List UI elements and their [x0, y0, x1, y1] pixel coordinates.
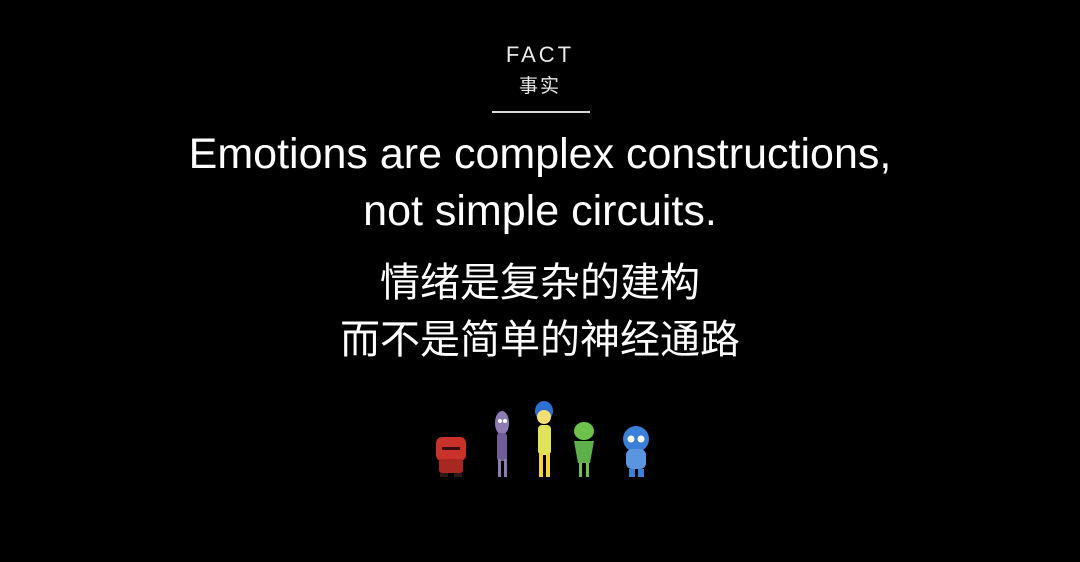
slide: FACT 事实 Emotions are complex constructio…	[0, 0, 1080, 562]
headline-en-line2: not simple circuits.	[363, 187, 717, 235]
section-label-zh: 事实	[518, 75, 561, 97]
section-label-en: FACT	[505, 42, 575, 67]
sadness-figure-icon	[623, 426, 649, 477]
headline-zh-line2: 而不是简单的神经通路	[340, 317, 740, 363]
anger-figure-icon	[436, 437, 466, 477]
headline-en-line1: Emotions are complex constructions,	[188, 130, 892, 178]
fear-figure-icon	[495, 411, 509, 477]
disgust-figure-icon	[574, 422, 594, 477]
divider-line	[492, 111, 590, 113]
headline-zh-line1: 情绪是复杂的建构	[380, 260, 700, 306]
joy-figure-icon	[535, 401, 553, 477]
character-group	[430, 395, 660, 485]
